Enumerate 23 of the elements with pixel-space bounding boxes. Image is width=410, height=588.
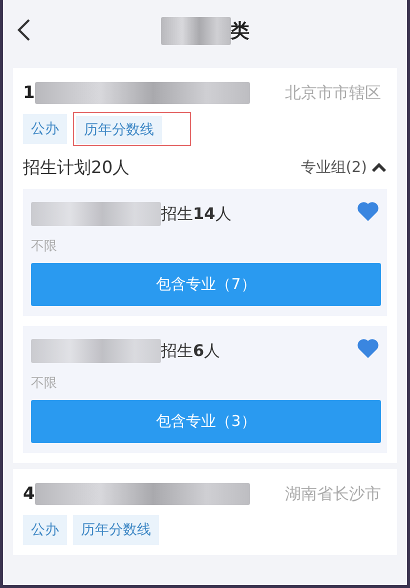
limit-text: 不限: [31, 375, 58, 392]
location-text: 湖南省长沙市: [285, 484, 382, 504]
page-title: 类: [230, 19, 250, 44]
enroll-text: 招生14人: [161, 204, 232, 224]
heart-icon[interactable]: [357, 201, 379, 221]
majors-button[interactable]: 包含专业（7）: [31, 263, 381, 306]
group-toggle[interactable]: 专业组(2): [300, 158, 387, 177]
school-name: 4: [23, 484, 35, 504]
school-card[interactable]: 1 北京市市辖区 公办 历年分数线 招生计划20人 专业组(2) 招生14人 不限 包含专业（7） 招生6人 不限 包含专业（3）: [13, 68, 397, 463]
school-card[interactable]: 4 湖南省长沙市 公办 历年分数线: [13, 469, 397, 555]
tag[interactable]: 公办: [23, 515, 67, 545]
location-text: 北京市市辖区: [285, 82, 382, 104]
majors-button[interactable]: 包含专业（3）: [31, 400, 381, 443]
tag[interactable]: 公办: [23, 114, 67, 144]
back-icon[interactable]: [17, 18, 31, 42]
blurred-text: [160, 17, 230, 45]
heart-icon[interactable]: [357, 338, 379, 358]
limit-text: 不限: [31, 238, 58, 255]
school-name: 1: [23, 83, 35, 103]
enroll-text: 招生6人: [161, 340, 220, 362]
tag[interactable]: 历年分数线: [76, 116, 162, 144]
plan-text: 招生计划20人: [23, 157, 130, 179]
tag[interactable]: 历年分数线: [73, 515, 159, 545]
